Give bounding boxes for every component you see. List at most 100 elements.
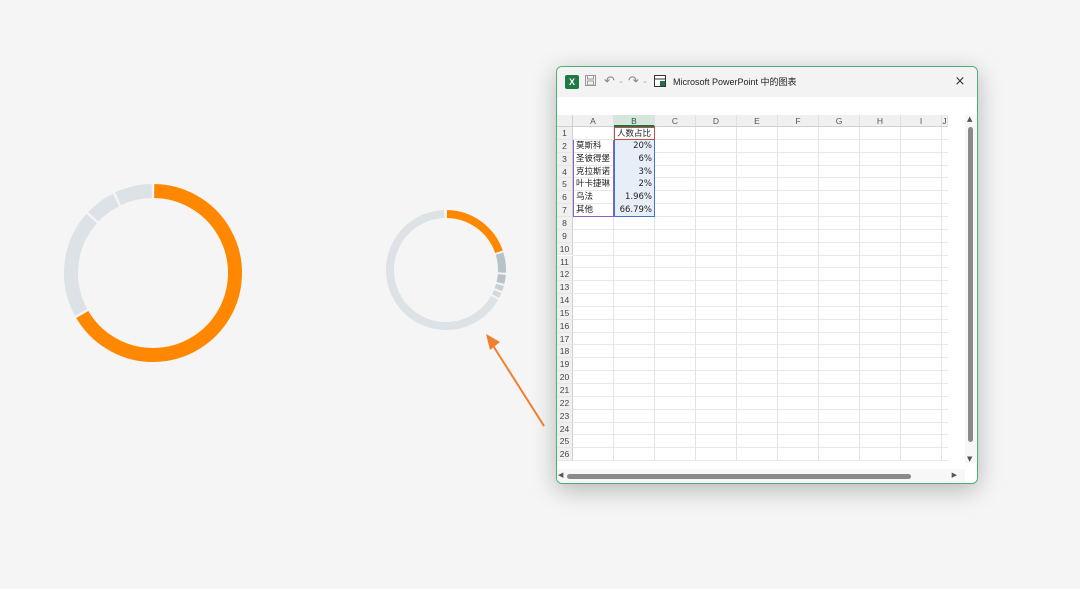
row-header-20[interactable]: 20 — [557, 371, 573, 384]
row-gridline — [573, 254, 948, 256]
cell-label[interactable]: 克拉斯诺 — [573, 165, 614, 179]
cell-value[interactable]: 66.79% — [614, 204, 655, 217]
row-header-25[interactable]: 25 — [557, 435, 573, 449]
scroll-left-icon[interactable]: ◀ — [558, 471, 563, 479]
cell-label[interactable]: 叶卡捷琳 — [573, 178, 614, 192]
column-header-i[interactable]: I — [901, 115, 942, 127]
row-gridline — [573, 421, 948, 423]
row-header-19[interactable]: 19 — [557, 358, 573, 372]
column-gridline — [900, 127, 901, 462]
save-icon[interactable] — [585, 75, 596, 86]
row-header-15[interactable]: 15 — [557, 306, 573, 320]
row-header-9[interactable]: 9 — [557, 229, 573, 243]
row-header-24[interactable]: 24 — [557, 422, 573, 436]
cell-value[interactable]: 1.96% — [614, 191, 655, 205]
window-title: Microsoft PowerPoint 中的图表 — [673, 77, 797, 87]
row-header-23[interactable]: 23 — [557, 409, 573, 423]
close-icon[interactable]: × — [951, 73, 969, 91]
row-header-13[interactable]: 13 — [557, 281, 573, 295]
redo-icon[interactable]: ↷ — [628, 74, 639, 89]
title-bar: X ↶ ⌄ ↷ ⌄ Microsoft PowerPoint 中的图表 × — [557, 67, 977, 97]
row-gridline — [573, 370, 948, 372]
row-header-21[interactable]: 21 — [557, 384, 573, 397]
donut-large-segment-2 — [64, 213, 98, 316]
row-header-14[interactable]: 14 — [557, 294, 573, 307]
row-header-17[interactable]: 17 — [557, 332, 573, 346]
cell-value[interactable]: 6% — [614, 152, 655, 166]
sheet-icon[interactable] — [654, 75, 666, 87]
column-gridline — [859, 127, 860, 462]
row-gridline — [573, 267, 948, 269]
vertical-scroll-thumb[interactable] — [968, 127, 973, 442]
column-header-d[interactable]: D — [696, 115, 737, 127]
horizontal-scrollbar[interactable]: ◀ ▶ — [557, 469, 965, 483]
column-gridline — [736, 127, 737, 462]
annotation-arrow — [486, 334, 545, 427]
row-gridline — [573, 434, 948, 436]
donut-chart-large — [64, 184, 242, 362]
row-header-2[interactable]: 2 — [557, 139, 573, 153]
cell-b1-header[interactable]: 人数占比 — [614, 127, 655, 140]
row-header-8[interactable]: 8 — [557, 216, 573, 230]
column-header-j[interactable]: J — [942, 115, 948, 127]
cell-value[interactable]: 2% — [614, 178, 655, 192]
chart-data-window: X ↶ ⌄ ↷ ⌄ Microsoft PowerPoint 中的图表 × AB… — [556, 66, 978, 484]
cell-label[interactable]: 其他 — [573, 204, 614, 217]
row-header-11[interactable]: 11 — [557, 255, 573, 269]
row-gridline — [573, 331, 948, 333]
scroll-up-icon[interactable]: ▲ — [967, 115, 972, 123]
undo-icon[interactable]: ↶ — [604, 74, 615, 89]
horizontal-scroll-thumb[interactable] — [567, 474, 911, 479]
cell-value[interactable]: 20% — [614, 139, 655, 153]
excel-icon: X — [565, 75, 579, 89]
column-header-e[interactable]: E — [737, 115, 778, 127]
row-gridline — [573, 241, 948, 243]
donut-large-segment-4 — [115, 184, 153, 206]
cell-label[interactable]: 莫斯科 — [573, 139, 614, 153]
scroll-down-icon[interactable]: ▼ — [967, 455, 972, 463]
cell-label[interactable]: 乌法 — [573, 191, 614, 205]
row-header-12[interactable]: 12 — [557, 268, 573, 282]
row-header-16[interactable]: 16 — [557, 319, 573, 333]
donut-large-segment-1 — [76, 184, 242, 362]
cell-label[interactable]: 圣彼得堡 — [573, 152, 614, 166]
column-gridline — [695, 127, 696, 462]
row-header-3[interactable]: 3 — [557, 152, 573, 166]
row-gridline — [573, 344, 948, 346]
donut-small-segment-4 — [494, 283, 504, 292]
row-gridline — [573, 395, 948, 397]
row-header-4[interactable]: 4 — [557, 165, 573, 179]
column-header-f[interactable]: F — [778, 115, 819, 127]
row-header-26[interactable]: 26 — [557, 448, 573, 462]
column-header-h[interactable]: H — [860, 115, 901, 127]
undo-dropdown-icon[interactable]: ⌄ — [618, 77, 624, 85]
donut-small-segment-6 — [386, 210, 499, 330]
column-header-a[interactable]: A — [573, 115, 614, 127]
column-header-b[interactable]: B — [614, 115, 655, 127]
donut-small-segment-3 — [496, 274, 506, 284]
row-gridline — [573, 318, 948, 320]
donut-small-segment-1 — [446, 210, 503, 254]
donut-small-segment-5 — [492, 289, 502, 298]
row-header-10[interactable]: 10 — [557, 242, 573, 256]
column-gridline — [818, 127, 819, 462]
row-gridline — [573, 305, 948, 307]
row-header-1[interactable]: 1 — [557, 127, 573, 140]
row-gridline — [573, 357, 948, 359]
redo-dropdown-icon[interactable]: ⌄ — [642, 77, 648, 85]
row-header-18[interactable]: 18 — [557, 345, 573, 359]
row-header-6[interactable]: 6 — [557, 191, 573, 205]
select-all-corner[interactable] — [557, 115, 573, 127]
row-gridline — [573, 447, 948, 449]
column-header-c[interactable]: C — [655, 115, 696, 127]
scroll-right-icon[interactable]: ▶ — [952, 471, 957, 479]
row-header-7[interactable]: 7 — [557, 204, 573, 217]
row-gridline — [573, 228, 948, 230]
cell-value[interactable]: 3% — [614, 165, 655, 179]
donut-chart-small — [386, 210, 506, 330]
column-header-g[interactable]: G — [819, 115, 860, 127]
row-header-5[interactable]: 5 — [557, 178, 573, 192]
row-header-22[interactable]: 22 — [557, 396, 573, 410]
vertical-scrollbar[interactable]: ▲ ▼ — [965, 115, 977, 463]
row-gridline — [573, 293, 948, 295]
